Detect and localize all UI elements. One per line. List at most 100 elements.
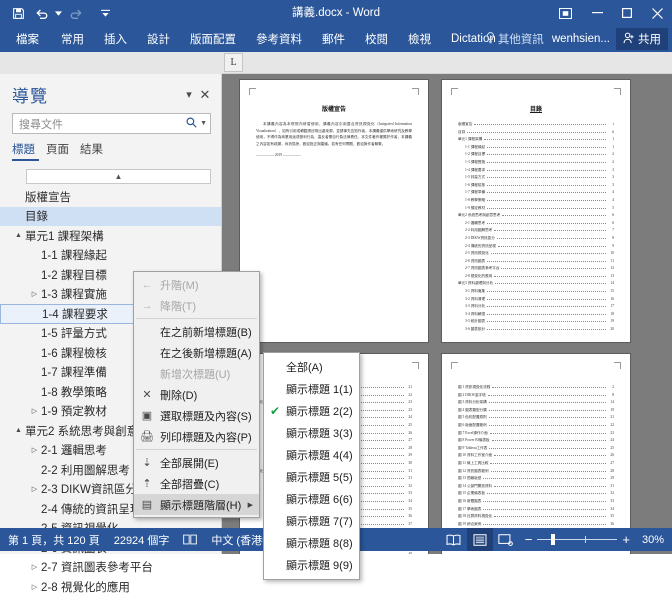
- tab-view[interactable]: 檢視: [398, 26, 441, 52]
- toc-entry[interactable]: 版權宣告 i: [458, 121, 614, 129]
- close-icon[interactable]: [642, 0, 672, 26]
- toc-entry[interactable]: 2-2 利用圖解思考 7: [458, 227, 614, 235]
- nav-tab-headings[interactable]: 標題: [12, 141, 39, 161]
- toc-entry[interactable]: 圖 3 資料分析架構 14: [458, 399, 614, 407]
- toc-entry[interactable]: 3-2 資料清理 16: [458, 296, 614, 304]
- tab-review[interactable]: 校閱: [355, 26, 398, 52]
- nav-heading-item[interactable]: 版權宣告: [0, 187, 221, 207]
- web-layout-icon[interactable]: [493, 528, 519, 551]
- expand-twisty-icon[interactable]: ▷: [28, 290, 41, 298]
- tab-selector-button[interactable]: L: [224, 53, 243, 72]
- print-layout-icon[interactable]: [466, 528, 493, 551]
- tab-design[interactable]: 設計: [137, 26, 180, 52]
- document-page[interactable]: 版權宣告 本講義內容為本院院內研習使用，講義內容引用整合資訊視覺化（Integra…: [240, 80, 428, 342]
- zoom-track[interactable]: [537, 534, 618, 545]
- toc-entry[interactable]: 1-2 課程目標 2: [458, 151, 614, 159]
- submenu-item[interactable]: 顯示標題 4(4): [264, 444, 359, 466]
- toc-entry[interactable]: 圖 14 公部門開放資料 31: [458, 483, 614, 491]
- nav-heading-item[interactable]: ▷ 2-8 視覺化的應用: [0, 577, 221, 597]
- expand-twisty-icon[interactable]: ▷: [28, 583, 41, 591]
- context-menu-item[interactable]: ✕ 刪除(D): [134, 384, 259, 405]
- context-menu-item[interactable]: ⇡ 全部摺疊(C): [134, 473, 259, 494]
- zoom-level[interactable]: 30%: [638, 534, 664, 546]
- submenu-item[interactable]: 顯示標題 1(1): [264, 378, 359, 400]
- tree-scroll-up-indicator[interactable]: ▲: [26, 169, 211, 184]
- nav-heading-item[interactable]: ▷ 2-7 資訊圖表參考平台: [0, 558, 221, 578]
- search-input[interactable]: 搜尋文件 ▼: [12, 113, 211, 134]
- zoom-slider[interactable]: − +: [519, 532, 638, 547]
- toc-entry[interactable]: 3-6 圖表設計 20: [458, 326, 614, 334]
- toc-entry[interactable]: 2-3 DIKW資訊區分 8: [458, 235, 614, 243]
- toc-entry[interactable]: 圖 15 企業儀表板 32: [458, 490, 614, 498]
- toc-entry[interactable]: 2-1 邏輯思考 6: [458, 220, 614, 228]
- tab-insert[interactable]: 插入: [94, 26, 137, 52]
- toc-entry[interactable]: 圖 10 資料工作室介面 26: [458, 452, 614, 460]
- toc-entry[interactable]: 單元3 資料處理與分析 14: [458, 280, 614, 288]
- toc-entry[interactable]: 3-5 統計圖表 19: [458, 318, 614, 326]
- toc-entry[interactable]: 單元2 系統思考與創意思考 6: [458, 212, 614, 220]
- toc-entry[interactable]: 3-3 資料分析 17: [458, 303, 614, 311]
- toc-entry[interactable]: 圖 11 線上工具比較 27: [458, 460, 614, 468]
- zoom-in-button[interactable]: +: [622, 532, 630, 547]
- context-menu-item[interactable]: ⇣ 全部展開(E): [134, 452, 259, 473]
- toc-entry[interactable]: 2-4 傳統的資訊呈現 9: [458, 243, 614, 251]
- toc-entry[interactable]: 圖 6 版面配置範例 22: [458, 422, 614, 430]
- tab-mailings[interactable]: 郵件: [312, 26, 355, 52]
- submenu-item[interactable]: 全部(A): [264, 356, 359, 378]
- zoom-out-button[interactable]: −: [525, 532, 533, 547]
- navigation-collapse-icon[interactable]: ▾: [181, 88, 197, 101]
- toc-entry[interactable]: 圖 12 資訊圖表範例 28: [458, 468, 614, 476]
- collapse-twisty-icon[interactable]: ▲: [12, 427, 25, 434]
- zoom-thumb[interactable]: [551, 534, 556, 545]
- undo-dropdown-icon[interactable]: [54, 2, 63, 24]
- toc-entry[interactable]: 1-4 課程要求 3: [458, 167, 614, 175]
- undo-icon[interactable]: [30, 2, 54, 24]
- toc-entry[interactable]: 1-7 課程準備 4: [458, 189, 614, 197]
- submenu-item[interactable]: 顯示標題 7(7): [264, 510, 359, 532]
- redo-icon[interactable]: [63, 2, 87, 24]
- nav-heading-item[interactable]: ▲ 單元1 課程架構: [0, 226, 221, 246]
- toc-entry[interactable]: 1-6 課程檢核 3: [458, 182, 614, 190]
- proofing-icon[interactable]: [183, 534, 211, 545]
- tell-me-box[interactable]: 其他資訊: [486, 31, 552, 47]
- toc-entry[interactable]: 圖 1 資訊視覺化流程 2: [458, 384, 614, 392]
- tab-file[interactable]: 檔案: [4, 26, 51, 52]
- submenu-item[interactable]: 顯示標題 5(5): [264, 466, 359, 488]
- toc-entry[interactable]: 2-6 資訊圖表 11: [458, 258, 614, 266]
- expand-twisty-icon[interactable]: ▷: [28, 407, 41, 415]
- toc-entry[interactable]: 圖 8 Power BI儀表板 24: [458, 437, 614, 445]
- nav-tab-pages[interactable]: 頁面: [46, 141, 80, 161]
- context-menu-item[interactable]: 在之後新增標題(A): [134, 342, 259, 363]
- toc-entry[interactable]: 目錄 ii: [458, 129, 614, 137]
- toc-entry[interactable]: 3-1 資料蒐集 15: [458, 288, 614, 296]
- tab-home[interactable]: 常用: [51, 26, 94, 52]
- toc-entry[interactable]: 圖 2 DIKW金字塔 8: [458, 392, 614, 400]
- submenu-item[interactable]: 顯示標題 6(6): [264, 488, 359, 510]
- expand-twisty-icon[interactable]: ▷: [28, 563, 41, 571]
- toc-entry[interactable]: 2-8 視覺化的應用 13: [458, 273, 614, 281]
- context-menu-item[interactable]: 在之前新增標題(B): [134, 321, 259, 342]
- document-page[interactable]: 目錄 版權宣告 i 目錄 ii 單元1 課程架構 1 1-1 課程緣起 1 1-2 課程目標 2 1-…: [442, 80, 630, 342]
- toc-entry[interactable]: 圖 13 簡報版型 29: [458, 475, 614, 483]
- context-menu-item[interactable]: 🖨 列印標題及內容(P): [134, 426, 259, 447]
- toc-entry[interactable]: 1-1 課程緣起 1: [458, 144, 614, 152]
- nav-tab-results[interactable]: 結果: [80, 141, 114, 161]
- toc-entry[interactable]: 單元1 課程架構 1: [458, 136, 614, 144]
- save-icon[interactable]: [6, 2, 30, 24]
- toc-entry[interactable]: 1-5 評量方式 3: [458, 174, 614, 182]
- submenu-item[interactable]: ✔ 顯示標題 2(2): [264, 400, 359, 422]
- toc-entry[interactable]: 圖 16 新聞圖表 33: [458, 498, 614, 506]
- page-indicator[interactable]: 第 1 頁，共 120 頁: [8, 532, 114, 548]
- toc-entry[interactable]: 3-4 資料解讀 18: [458, 311, 614, 319]
- expand-twisty-icon[interactable]: ▷: [28, 485, 41, 493]
- toc-entry[interactable]: 2-5 資訊視覺化 10: [458, 250, 614, 258]
- toc-entry[interactable]: 1-3 課程實施 2: [458, 159, 614, 167]
- toc-entry[interactable]: 圖 17 學術圖表 34: [458, 506, 614, 514]
- ribbon-display-options-icon[interactable]: [548, 0, 582, 26]
- submenu-item[interactable]: 顯示標題 3(3): [264, 422, 359, 444]
- toc-entry[interactable]: 圖 7 Excel操作介面 23: [458, 430, 614, 438]
- read-mode-icon[interactable]: [441, 528, 467, 551]
- maximize-icon[interactable]: [612, 0, 642, 26]
- account-name[interactable]: wenhsien...: [552, 33, 616, 45]
- toc-entry[interactable]: 1-9 預定教材 5: [458, 205, 614, 213]
